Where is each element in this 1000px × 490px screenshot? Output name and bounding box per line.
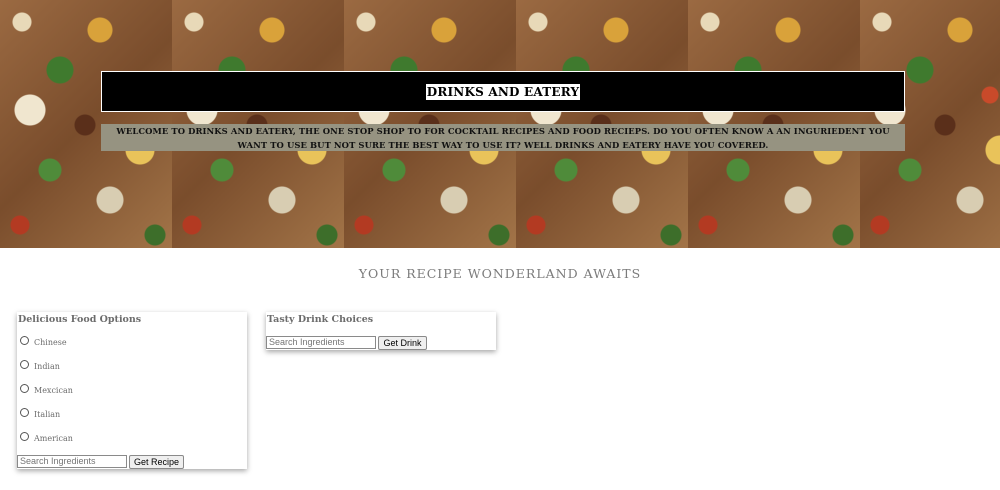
food-options-card: Delicious Food Options Chinese Indian Me… [17, 312, 247, 469]
food-option-label: Indian [34, 362, 60, 371]
drink-card-title: Tasty Drink Choices [267, 314, 374, 325]
food-option-label: American [34, 434, 73, 443]
radio-chinese[interactable] [20, 336, 29, 345]
food-option-italian[interactable]: Italian [20, 408, 61, 419]
hero-banner: DRINKS AND EATERY WELCOME TO DRINKS AND … [0, 0, 1000, 248]
food-option-label: Mexcican [34, 386, 73, 395]
radio-italian[interactable] [20, 408, 29, 417]
food-option-american[interactable]: American [20, 432, 73, 443]
radio-mexican[interactable] [20, 384, 29, 393]
drink-choices-card: Tasty Drink Choices Search Ingredients G… [266, 312, 496, 350]
get-recipe-button[interactable]: Get Recipe [129, 455, 184, 469]
get-drink-button[interactable]: Get Drink [378, 336, 427, 350]
drink-search-input[interactable]: Search Ingredients [266, 336, 376, 349]
food-search-input[interactable]: Search Ingredients [17, 455, 127, 468]
site-title-bar: DRINKS AND EATERY [101, 71, 905, 112]
food-option-label: Italian [34, 410, 61, 419]
welcome-message: WELCOME TO DRINKS AND EATERY, THE ONE ST… [101, 124, 905, 151]
site-title: DRINKS AND EATERY [425, 83, 581, 100]
food-card-title: Delicious Food Options [18, 314, 142, 325]
radio-indian[interactable] [20, 360, 29, 369]
radio-american[interactable] [20, 432, 29, 441]
food-option-indian[interactable]: Indian [20, 360, 60, 371]
tagline: YOUR RECIPE WONDERLAND AWAITS [358, 266, 642, 281]
food-option-mexican[interactable]: Mexcican [20, 384, 73, 395]
food-option-label: Chinese [34, 338, 67, 347]
food-option-chinese[interactable]: Chinese [20, 336, 67, 347]
